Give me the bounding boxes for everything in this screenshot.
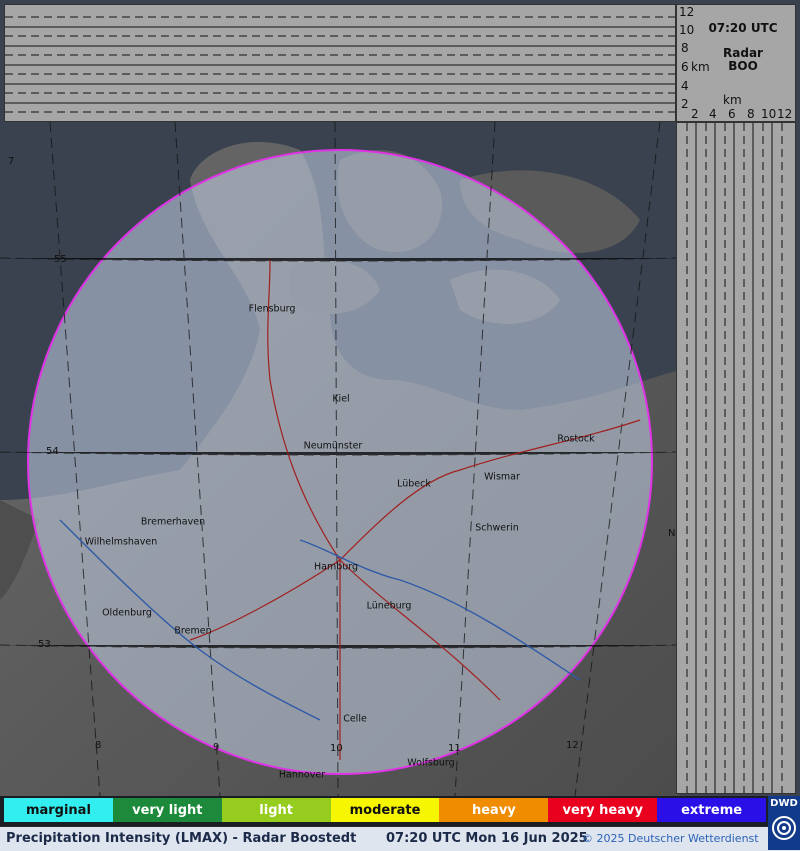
copyright: © 2025 Deutscher Wetterdienst: [582, 832, 759, 845]
city-wilhelmshaven: Wilhelmshaven: [84, 536, 158, 548]
lon-label-10: 10: [330, 743, 343, 754]
city-wismar: Wismar: [484, 471, 520, 483]
city-hamburg: Hamburg: [313, 561, 359, 573]
city-rostock: Rostock: [557, 433, 595, 445]
dwd-logo: DWD: [768, 796, 800, 850]
city-hannover: Hannover: [278, 769, 326, 781]
city-schwerin: Schwerin: [475, 522, 519, 534]
height-profile-grid: [5, 16, 675, 113]
intensity-legend: marginal very light light moderate heavy…: [4, 798, 767, 822]
edge-label-n: N: [668, 528, 676, 539]
footer-bar: Precipitation Intensity (LMAX) - Radar B…: [0, 826, 800, 851]
width-tick-12: 12: [777, 107, 793, 121]
city-lueneburg: Lüneburg: [366, 600, 412, 612]
legend-heavy: heavy: [439, 798, 549, 822]
vertical-profile-grid: [686, 123, 783, 793]
radar-code: BOO: [728, 59, 758, 73]
edge-label-7: 7: [8, 156, 15, 167]
width-tick-8: 8: [747, 107, 755, 121]
width-unit: km: [723, 93, 742, 107]
lon-label-11: 11: [448, 743, 461, 754]
legend-extreme: extreme: [657, 798, 767, 822]
city-flensburg: Flensburg: [248, 303, 296, 315]
width-tick-2: 2: [691, 107, 699, 121]
time-label: 07:20 UTC: [708, 21, 778, 35]
city-kiel: Kiel: [332, 393, 350, 405]
height-tick-8: 8: [681, 41, 689, 55]
legend-moderate: moderate: [330, 798, 440, 822]
width-tick-4: 4: [709, 107, 717, 121]
lon-label-12: 12: [566, 740, 579, 751]
dwd-swirl-icon: [772, 816, 796, 840]
info-box: 12 10 8 6 km 4 2 07:20 UTC Radar BOO km …: [676, 4, 796, 122]
height-tick-12: 12: [679, 5, 695, 19]
legend-light: light: [221, 798, 331, 822]
city-bremerhaven: Bremerhaven: [140, 516, 206, 528]
width-tick-10: 10: [761, 107, 777, 121]
lat-label-53: 53: [38, 639, 51, 650]
width-tick-6: 6: [728, 107, 736, 121]
city-celle: Celle: [343, 713, 367, 725]
height-profile-vertical: [676, 122, 796, 794]
lon-label-9: 9: [213, 742, 220, 753]
lon-label-8: 8: [95, 740, 102, 751]
legend-very-heavy: very heavy: [548, 798, 658, 822]
lat-label-54: 54: [46, 446, 59, 457]
city-neumuenster: Neumünster: [303, 440, 363, 452]
radar-view: Flensburg Kiel Neumünster Lübeck Wismar …: [0, 0, 800, 851]
legend-very-light: very light: [112, 798, 222, 822]
city-bremen: Bremen: [174, 625, 212, 637]
legend-marginal: marginal: [4, 798, 113, 822]
height-tick-6: 6: [681, 60, 689, 74]
height-tick-2: 2: [681, 97, 689, 111]
product-title: Precipitation Intensity (LMAX) - Radar B…: [6, 831, 357, 846]
city-oldenburg: Oldenburg: [102, 607, 152, 619]
lat-label-55: 55: [54, 254, 67, 265]
radar-label: Radar: [723, 46, 763, 60]
city-luebeck: Lübeck: [397, 478, 431, 490]
height-tick-4: 4: [681, 79, 689, 93]
height-profile-horizontal: [4, 4, 676, 122]
city-wolfsburg: Wolfsburg: [407, 757, 455, 769]
timestamp: 07:20 UTC Mon 16 Jun 2025: [386, 831, 588, 846]
